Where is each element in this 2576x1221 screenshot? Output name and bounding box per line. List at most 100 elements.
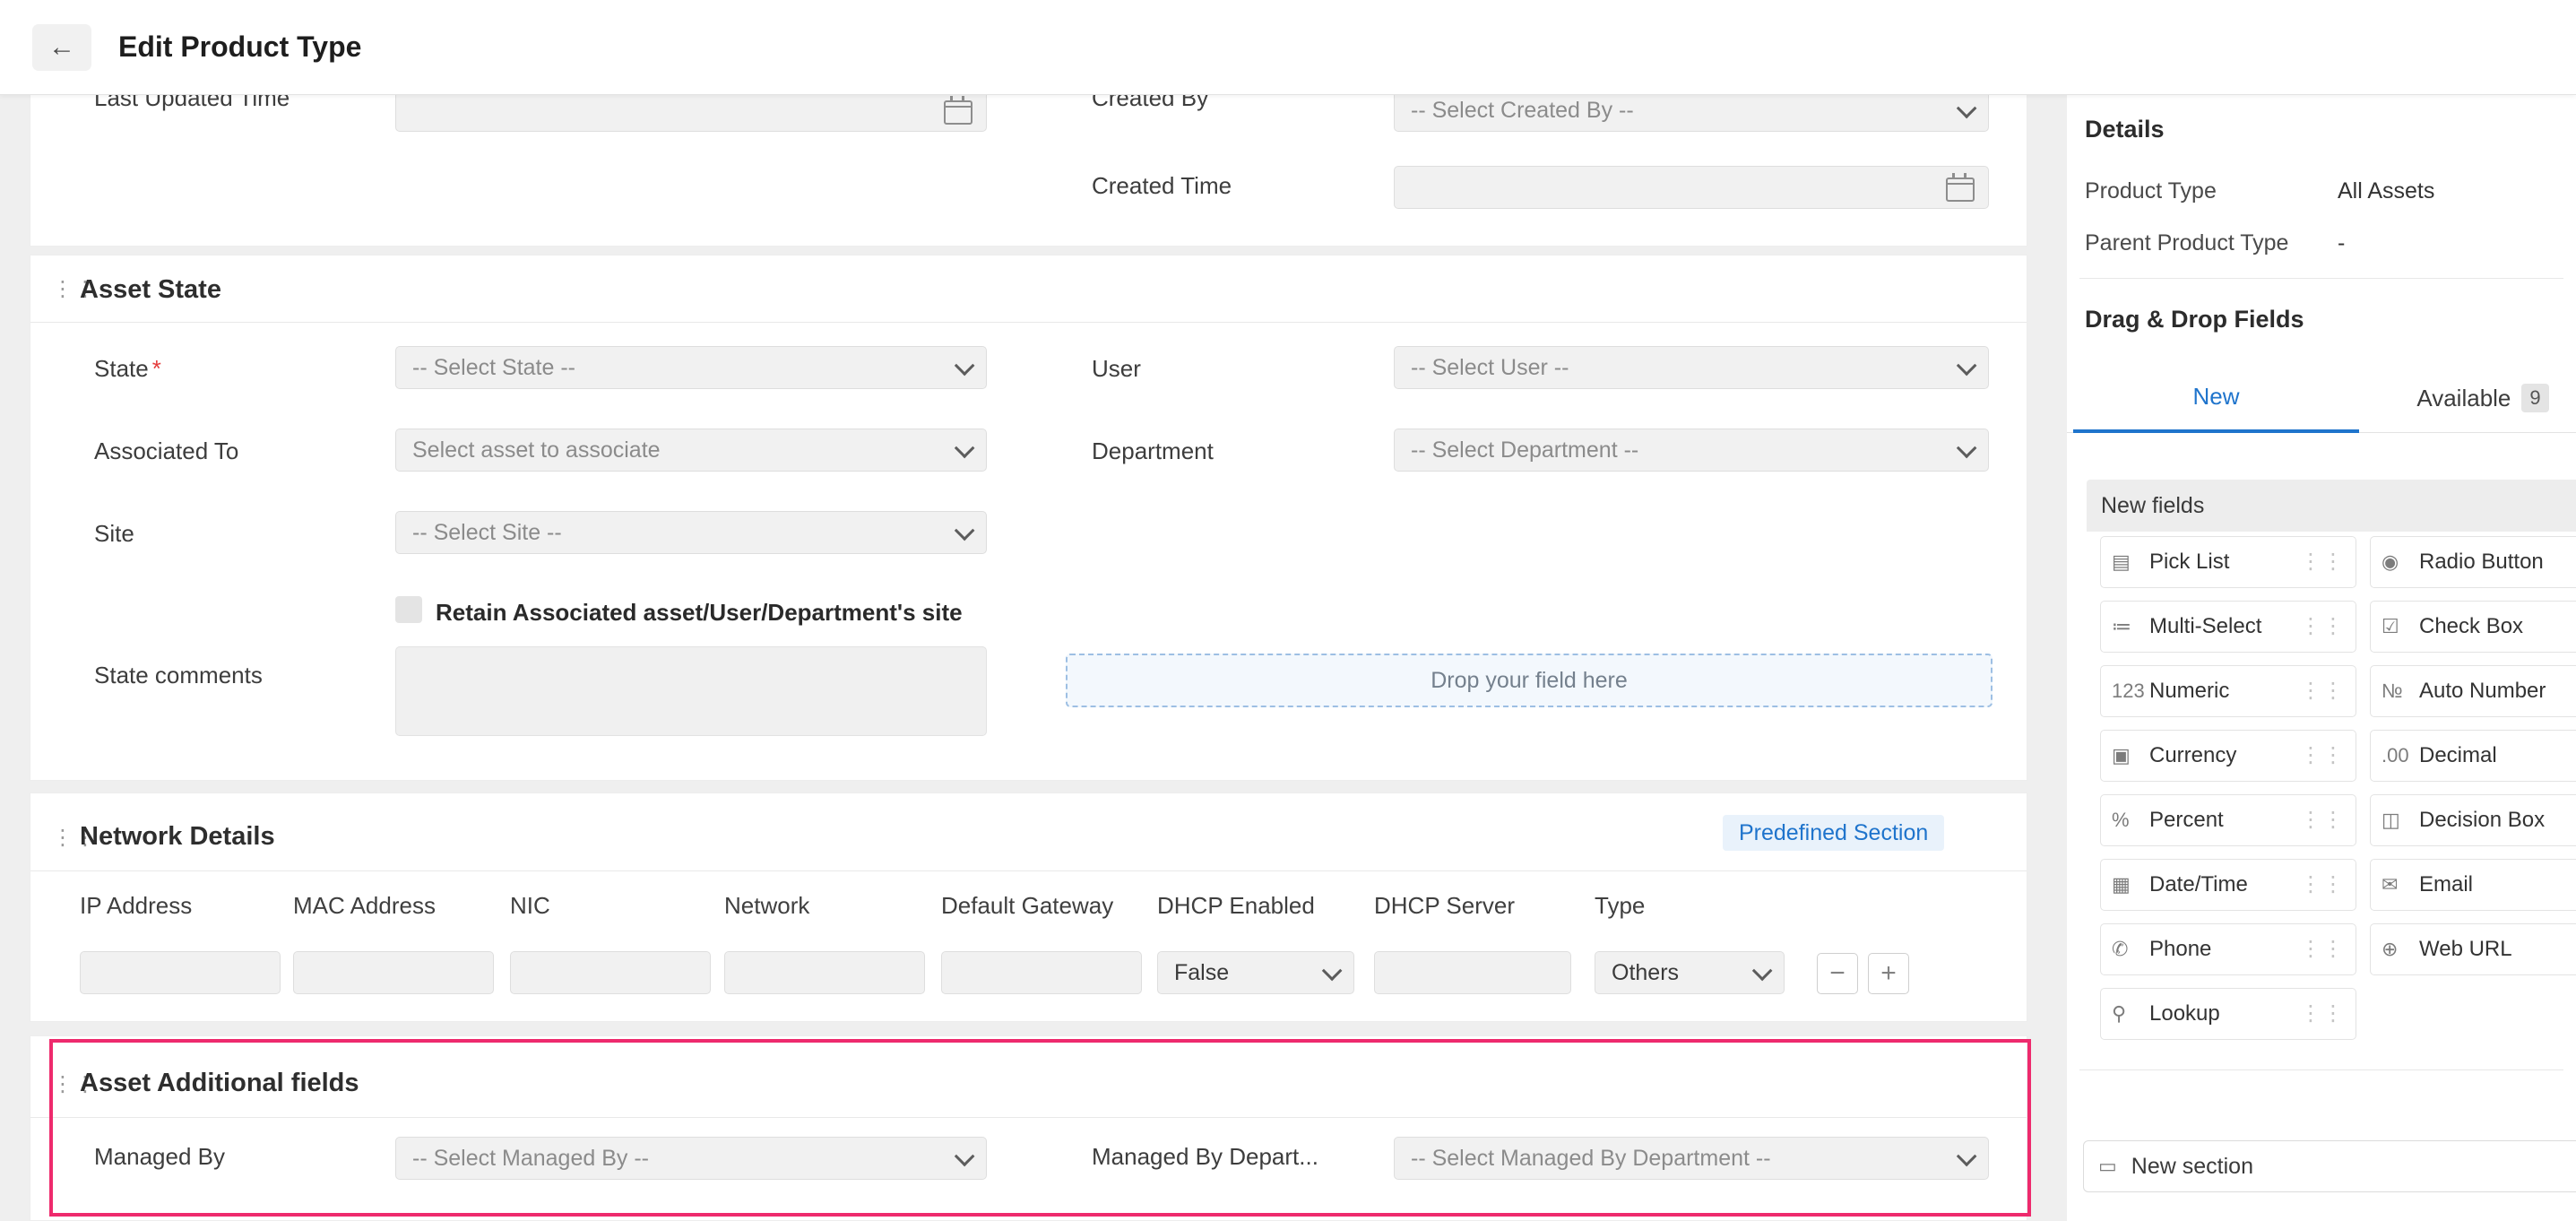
dhcp-server-input[interactable] <box>1374 951 1571 994</box>
field-pill-date-time[interactable]: ▦ Date/Time ⋮⋮ <box>2100 859 2356 911</box>
chevron-down-icon <box>1752 961 1773 982</box>
page-title: Edit Product Type <box>118 30 361 64</box>
decimal-icon: .00 <box>2382 744 2419 767</box>
drag-handle-icon: ⋮⋮ <box>2570 616 2576 637</box>
type-select[interactable]: Others <box>1595 951 1785 994</box>
dhcp-enabled-select[interactable]: False <box>1157 951 1354 994</box>
numeric-icon: 123 <box>2112 680 2149 703</box>
department-label: Department <box>1092 437 1214 465</box>
field-drop-zone[interactable]: Drop your field here <box>1066 654 1993 707</box>
remove-row-button[interactable]: − <box>1817 953 1858 994</box>
field-pill-email[interactable]: ✉ Email ⋮⋮ <box>2370 859 2576 911</box>
field-pill-numeric[interactable]: 123 Numeric ⋮⋮ <box>2100 665 2356 717</box>
predefined-section-badge[interactable]: Predefined Section <box>1723 815 1944 851</box>
tab-available[interactable]: Available 9 <box>2390 363 2576 433</box>
mac-address-input[interactable] <box>293 951 494 994</box>
email-icon: ✉ <box>2382 873 2419 896</box>
add-row-button[interactable]: + <box>1868 953 1909 994</box>
required-asterisk: * <box>152 355 161 382</box>
chevron-down-icon <box>955 438 975 459</box>
state-comments-label: State comments <box>94 661 263 689</box>
back-button[interactable]: ← <box>32 24 91 71</box>
last-updated-time-input[interactable] <box>395 94 987 132</box>
associated-to-select[interactable]: Select asset to associate <box>395 429 987 472</box>
drag-handle-icon: ⋮⋮ <box>2300 551 2345 573</box>
network-input[interactable] <box>724 951 925 994</box>
details-title: Details <box>2085 116 2165 143</box>
col-dhcp-server: DHCP Server <box>1374 892 1515 920</box>
created-time-field <box>1394 166 1989 209</box>
parent-product-type-value: - <box>2338 230 2345 256</box>
multi-select-icon: ≔ <box>2112 615 2149 638</box>
field-pill-multi-select[interactable]: ≔ Multi-Select ⋮⋮ <box>2100 601 2356 653</box>
back-arrow-icon: ← <box>48 32 75 63</box>
field-pill-decision-box[interactable]: ◫ Decision Box ⋮⋮ <box>2370 794 2576 846</box>
drag-handle-icon: ⋮⋮ <box>2300 939 2345 960</box>
state-label: State* <box>94 354 161 383</box>
chevron-down-icon <box>1957 438 1977 459</box>
created-by-select[interactable]: -- Select Created By -- <box>1394 94 1989 132</box>
drag-handle-icon: ⋮⋮ <box>2570 874 2576 896</box>
drag-drop-fields-title: Drag & Drop Fields <box>2085 306 2304 333</box>
managed-by-department-select[interactable]: -- Select Managed By Department -- <box>1394 1137 1989 1180</box>
created-time-label: Created Time <box>1092 171 1232 200</box>
pick-list-icon: ▤ <box>2112 550 2149 574</box>
field-pill-decimal[interactable]: .00 Decimal ⋮⋮ <box>2370 730 2576 782</box>
new-section-icon: ▭ <box>2098 1155 2117 1178</box>
retain-site-checkbox[interactable] <box>395 596 422 623</box>
drag-handle-icon: ⋮⋮ <box>2570 810 2576 831</box>
field-pill-radio-button[interactable]: ◉ Radio Button ⋮⋮ <box>2370 536 2576 588</box>
new-section-button[interactable]: ▭ New section <box>2083 1140 2576 1192</box>
field-pill-pick-list[interactable]: ▤ Pick List ⋮⋮ <box>2100 536 2356 588</box>
drag-handle-icon: ⋮⋮ <box>2300 616 2345 637</box>
chevron-down-icon <box>955 521 975 541</box>
user-label: User <box>1092 354 1141 383</box>
percent-icon: % <box>2112 809 2149 832</box>
drag-handle-icon: ⋮⋮ <box>2300 874 2345 896</box>
drag-handle-icon: ⋮⋮ <box>2300 810 2345 831</box>
field-pill-phone[interactable]: ✆ Phone ⋮⋮ <box>2100 923 2356 975</box>
col-type: Type <box>1595 892 1645 920</box>
field-pill-percent[interactable]: % Percent ⋮⋮ <box>2100 794 2356 846</box>
last-updated-time-field <box>395 94 987 132</box>
field-pill-lookup[interactable]: ⚲ Lookup ⋮⋮ <box>2100 988 2356 1040</box>
asset-additional-fields-title: Asset Additional fields <box>80 1069 359 1098</box>
asset-state-title: Asset State <box>80 275 221 305</box>
chevron-down-icon <box>1957 1147 1977 1167</box>
managed-by-department-label: Managed By Depart... <box>1092 1142 1318 1171</box>
calendar-icon[interactable] <box>944 100 972 125</box>
field-pill-check-box[interactable]: ☑ Check Box ⋮⋮ <box>2370 601 2576 653</box>
ip-address-input[interactable] <box>80 951 281 994</box>
parent-product-type-label: Parent Product Type <box>2085 230 2288 256</box>
default-gateway-input[interactable] <box>941 951 1142 994</box>
chevron-down-icon <box>1322 961 1343 982</box>
available-count-badge: 9 <box>2521 384 2548 412</box>
tab-new[interactable]: New <box>2073 363 2359 433</box>
created-time-input[interactable] <box>1394 166 1989 209</box>
decision-box-icon: ◫ <box>2382 809 2419 832</box>
web-url-icon: ⊕ <box>2382 938 2419 961</box>
nic-input[interactable] <box>510 951 711 994</box>
site-select[interactable]: -- Select Site -- <box>395 511 987 554</box>
managed-by-select[interactable]: -- Select Managed By -- <box>395 1137 987 1180</box>
field-pill-auto-number[interactable]: № Auto Number ⋮⋮ <box>2370 665 2576 717</box>
section-network-details: ⋮⋮ Network Details Predefined Section IP… <box>30 792 2027 1022</box>
product-type-label: Product Type <box>2085 178 2217 204</box>
state-select[interactable]: -- Select State -- <box>395 346 987 389</box>
col-dhcp-enabled: DHCP Enabled <box>1157 892 1315 920</box>
phone-icon: ✆ <box>2112 938 2149 961</box>
associated-to-label: Associated To <box>94 437 238 465</box>
new-fields-header: New fields <box>2087 480 2576 532</box>
col-mac-address: MAC Address <box>293 892 436 920</box>
calendar-icon[interactable] <box>1946 178 1975 202</box>
state-comments-textarea[interactable] <box>395 646 987 736</box>
currency-icon: ▣ <box>2112 744 2149 767</box>
radio-button-icon: ◉ <box>2382 550 2419 574</box>
drag-handle-icon: ⋮⋮ <box>2570 745 2576 766</box>
department-select[interactable]: -- Select Department -- <box>1394 429 1989 472</box>
user-select[interactable]: -- Select User -- <box>1394 346 1989 389</box>
field-pill-currency[interactable]: ▣ Currency ⋮⋮ <box>2100 730 2356 782</box>
field-pill-web-url[interactable]: ⊕ Web URL ⋮⋮ <box>2370 923 2576 975</box>
drag-handle-icon: ⋮⋮ <box>2570 551 2576 573</box>
check-box-icon: ☑ <box>2382 615 2419 638</box>
